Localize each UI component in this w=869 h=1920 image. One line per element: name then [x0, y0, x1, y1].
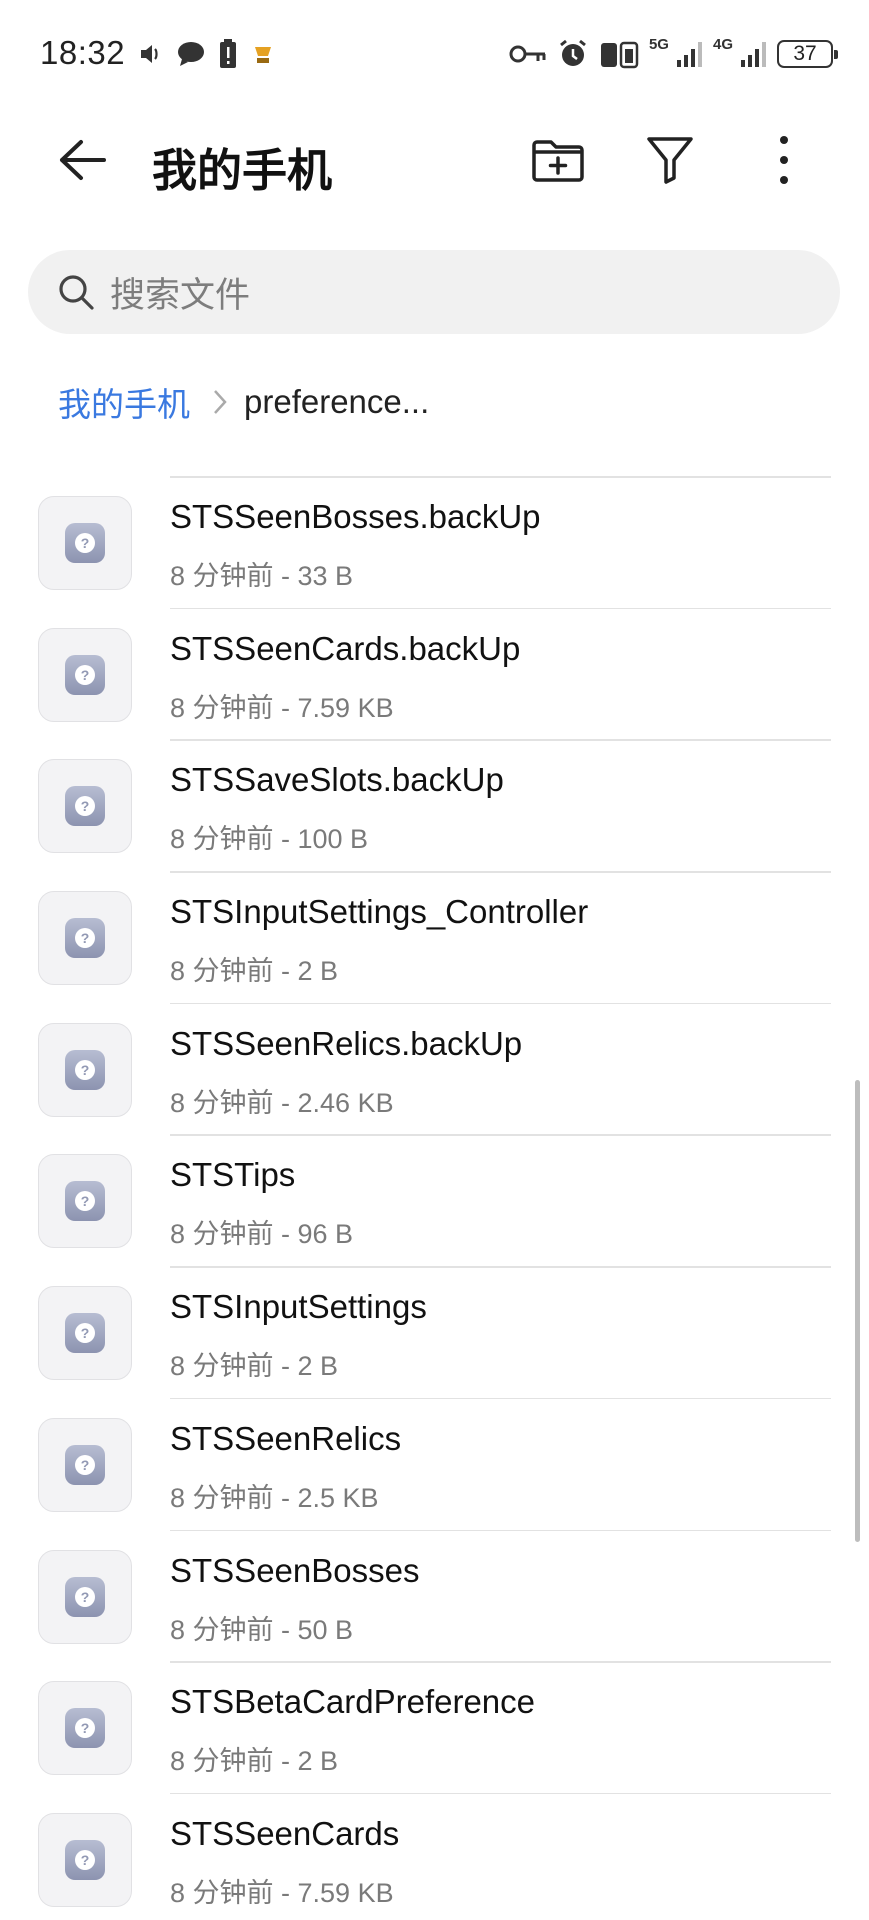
search-placeholder: 搜索文件: [110, 275, 251, 315]
file-meta: 8 分钟前 - 7.59 KB: [170, 1877, 394, 1908]
signal-4g-icon: [739, 40, 767, 68]
app-notification-icon: [250, 41, 276, 67]
file-meta: 8 分钟前 - 50 B: [170, 1614, 354, 1645]
file-list: ? STSSeenBosses.backUp 8 分钟前 - 33 B ? ST…: [0, 476, 869, 1920]
back-button[interactable]: [52, 130, 112, 190]
new-folder-button[interactable]: [528, 130, 588, 190]
dual-sim-icon: [599, 39, 639, 69]
file-name: STSTips: [170, 1156, 296, 1194]
file-meta: 8 分钟前 - 2.5 KB: [170, 1482, 379, 1513]
file-meta: 8 分钟前 - 100 B: [170, 824, 369, 855]
file-name: STSSeenRelics.backUp: [170, 1024, 523, 1062]
breadcrumb-current: preference...: [244, 383, 430, 420]
file-name: STSSaveSlots.backUp: [170, 761, 504, 799]
filter-button[interactable]: [640, 130, 700, 190]
list-item[interactable]: ? STSBetaCardPreference 8 分钟前 - 2 B: [0, 1661, 869, 1793]
unknown-file-icon: ?: [38, 1286, 132, 1381]
divider: [170, 607, 831, 610]
file-meta: 8 分钟前 - 2 B: [170, 1351, 339, 1382]
chevron-right-icon: [212, 387, 228, 417]
unknown-file-icon: ?: [38, 1549, 132, 1644]
list-item[interactable]: ? STSSeenCards 8 分钟前 - 7.59 KB: [0, 1792, 869, 1920]
divider: [170, 739, 831, 741]
file-name: STSBetaCardPreference: [170, 1683, 536, 1721]
file-name: STSSeenRelics: [170, 1419, 402, 1457]
sound-icon: [138, 41, 164, 67]
status-bar: 18:32 5G 4G 37: [0, 0, 869, 110]
app-bar: 我的手机: [0, 110, 869, 210]
filter-funnel-icon: [647, 137, 693, 184]
network-4g-label: 4G: [712, 35, 733, 53]
divider: [170, 1529, 831, 1531]
signal-5g-icon: [675, 40, 703, 68]
unknown-file-icon: ?: [38, 759, 132, 854]
search-icon: [54, 270, 98, 314]
battery-indicator: 37: [777, 40, 838, 68]
divider: [170, 1134, 831, 1136]
breadcrumb-root-link[interactable]: 我的手机: [58, 378, 190, 426]
divider: [170, 1266, 831, 1268]
unknown-file-icon: ?: [38, 1812, 132, 1907]
divider: [170, 1792, 831, 1795]
file-name: STSSeenCards.backUp: [170, 629, 521, 667]
file-meta: 8 分钟前 - 2.46 KB: [170, 1087, 394, 1118]
file-name: STSSeenBosses: [170, 1551, 420, 1589]
vpn-key-icon: [509, 42, 547, 66]
message-icon: [176, 40, 206, 68]
file-meta: 8 分钟前 - 2 B: [170, 1746, 339, 1777]
file-name: STSSeenBosses.backUp: [170, 498, 541, 535]
file-meta: 8 分钟前 - 33 B: [170, 561, 354, 591]
file-name: STSInputSettings: [170, 1288, 427, 1326]
divider: [170, 871, 831, 873]
file-name: STSSeenCards: [170, 1814, 400, 1852]
status-left-icons: [138, 38, 276, 70]
folder-plus-icon: [532, 140, 584, 182]
more-options-button[interactable]: [754, 130, 814, 190]
file-meta: 8 分钟前 - 7.59 KB: [170, 692, 394, 723]
battery-alert-icon: [218, 38, 238, 70]
list-item[interactable]: ? STSSeenBosses.backUp 8 分钟前 - 33 B: [0, 476, 869, 608]
more-vertical-icon: [780, 136, 788, 184]
list-item[interactable]: ? STSSeenCards.backUp 8 分钟前 - 7.59 KB: [0, 607, 869, 740]
list-item[interactable]: ? STSInputSettings_Controller 8 分钟前 - 2 …: [0, 871, 869, 1003]
unknown-file-icon: ?: [38, 891, 132, 986]
list-item[interactable]: ? STSTips 8 分钟前 - 96 B: [0, 1134, 869, 1266]
unknown-file-icon: ?: [38, 1154, 132, 1249]
status-right-icons: 5G 4G 37: [509, 35, 838, 70]
divider: [170, 1661, 831, 1663]
list-item[interactable]: ? STSSeenRelics.backUp 8 分钟前 - 2.46 KB: [0, 1002, 869, 1135]
unknown-file-icon: ?: [38, 1022, 132, 1117]
file-meta: 8 分钟前 - 2 B: [170, 956, 339, 987]
unknown-file-icon: ?: [38, 496, 132, 590]
breadcrumb: 我的手机 preference...: [58, 378, 429, 426]
unknown-file-icon: ?: [38, 1417, 132, 1512]
divider: [170, 1002, 831, 1005]
divider: [170, 1397, 831, 1400]
unknown-file-icon: ?: [38, 1681, 132, 1776]
network-5g-label: 5G: [648, 35, 669, 53]
alarm-icon: [557, 38, 589, 70]
list-item[interactable]: ? STSSaveSlots.backUp 8 分钟前 - 100 B: [0, 739, 869, 871]
status-time: 18:32: [40, 34, 126, 71]
divider: [170, 476, 831, 478]
file-meta: 8 分钟前 - 96 B: [170, 1219, 354, 1250]
unknown-file-icon: ?: [38, 627, 132, 722]
list-item[interactable]: ? STSSeenBosses 8 分钟前 - 50 B: [0, 1529, 869, 1662]
list-item[interactable]: ? STSInputSettings 8 分钟前 - 2 B: [0, 1266, 869, 1398]
scrollbar[interactable]: [855, 1080, 860, 1542]
page-title: 我的手机: [152, 145, 333, 196]
search-input[interactable]: 搜索文件: [28, 250, 840, 334]
list-item[interactable]: ? STSSeenRelics 8 分钟前 - 2.5 KB: [0, 1397, 869, 1530]
file-name: STSInputSettings_Controller: [170, 893, 589, 931]
arrow-left-icon: [60, 140, 106, 180]
